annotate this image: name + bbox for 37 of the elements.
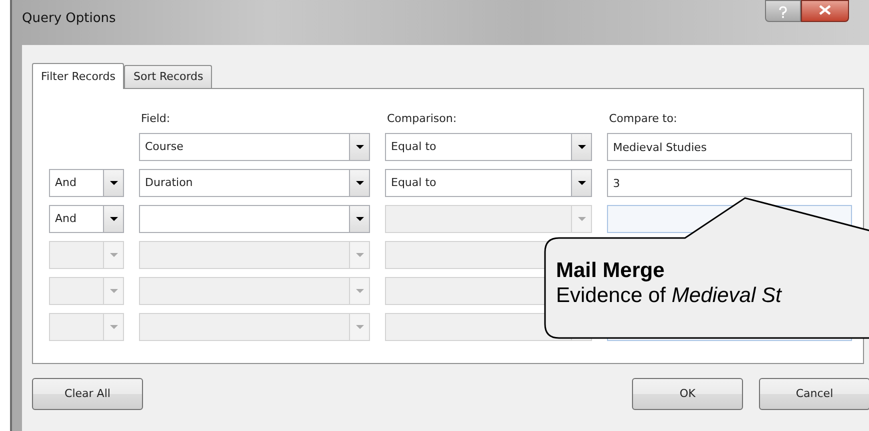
input-field[interactable]: 3: [607, 169, 852, 197]
dropdown-arrow-icon: [578, 217, 586, 221]
dropdown-arrow-icon: [356, 253, 364, 257]
dropdown-arrow-icon: [356, 145, 364, 149]
dropdown-arrow-icon: [578, 181, 586, 185]
dialog-button[interactable]: Clear All: [32, 378, 143, 410]
dropdown-arrow-icon: [110, 325, 118, 329]
column-header: Field:: [140, 111, 172, 125]
dropdown-arrow-icon: [356, 217, 364, 221]
dropdown[interactable]: And: [49, 205, 124, 233]
dropdown[interactable]: Duration: [139, 169, 370, 197]
dropdown[interactable]: Equal to: [385, 133, 592, 161]
dropdown-arrow-icon: [110, 289, 118, 293]
column-header: Compare to:: [608, 111, 678, 125]
dialog-button[interactable]: OK: [632, 378, 743, 410]
tab[interactable]: Filter Records: [32, 63, 124, 89]
dialog-button[interactable]: Cancel: [759, 378, 869, 410]
dropdown[interactable]: Equal to: [385, 169, 592, 197]
column-header: Comparison:: [386, 111, 458, 125]
dropdown-arrow-icon: [356, 325, 364, 329]
dropdown-arrow-icon: [110, 253, 118, 257]
callout-title: Mail Merge: [556, 258, 666, 283]
close-button[interactable]: [801, 0, 849, 22]
dropdown-arrow-icon: [356, 289, 364, 293]
close-icon: [819, 5, 831, 16]
window-title: Query Options: [22, 10, 116, 28]
tab[interactable]: Sort Records: [124, 65, 212, 88]
dropdown-arrow-icon: [578, 145, 586, 149]
dropdown-arrow-icon: [356, 181, 364, 185]
input-field[interactable]: Medieval Studies: [607, 133, 852, 161]
help-icon: [779, 6, 787, 18]
callout-text: Evidence of Medieval St: [556, 283, 782, 308]
dropdown[interactable]: Course: [139, 133, 370, 161]
dropdown-arrow-icon: [110, 217, 118, 221]
dropdown-arrow-icon: [110, 181, 118, 185]
help-button[interactable]: [765, 0, 801, 22]
dropdown[interactable]: And: [49, 169, 124, 197]
